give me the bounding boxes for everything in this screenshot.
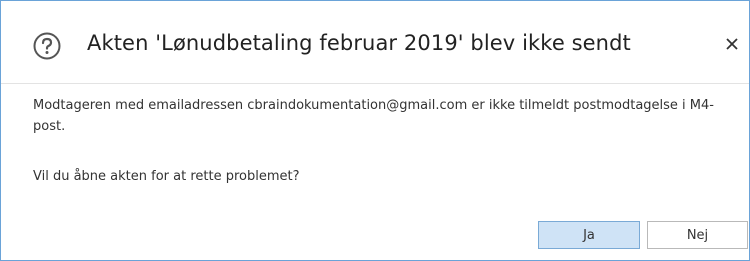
confirmation-dialog: Akten 'Lønudbetaling februar 2019' blev … — [0, 0, 750, 261]
dialog-question: Vil du åbne akten for at rette problemet… — [33, 169, 300, 184]
close-icon — [726, 38, 738, 50]
help-icon — [33, 32, 61, 60]
yes-button[interactable]: Ja — [538, 221, 640, 249]
close-button[interactable] — [719, 31, 745, 57]
dialog-message: Modtageren med emailadressen cbraindokum… — [33, 98, 714, 134]
title-divider — [1, 83, 749, 84]
no-button[interactable]: Nej — [647, 221, 748, 249]
dialog-title-bar: Akten 'Lønudbetaling februar 2019' blev … — [1, 1, 749, 83]
dialog-title: Akten 'Lønudbetaling februar 2019' blev … — [87, 31, 631, 55]
